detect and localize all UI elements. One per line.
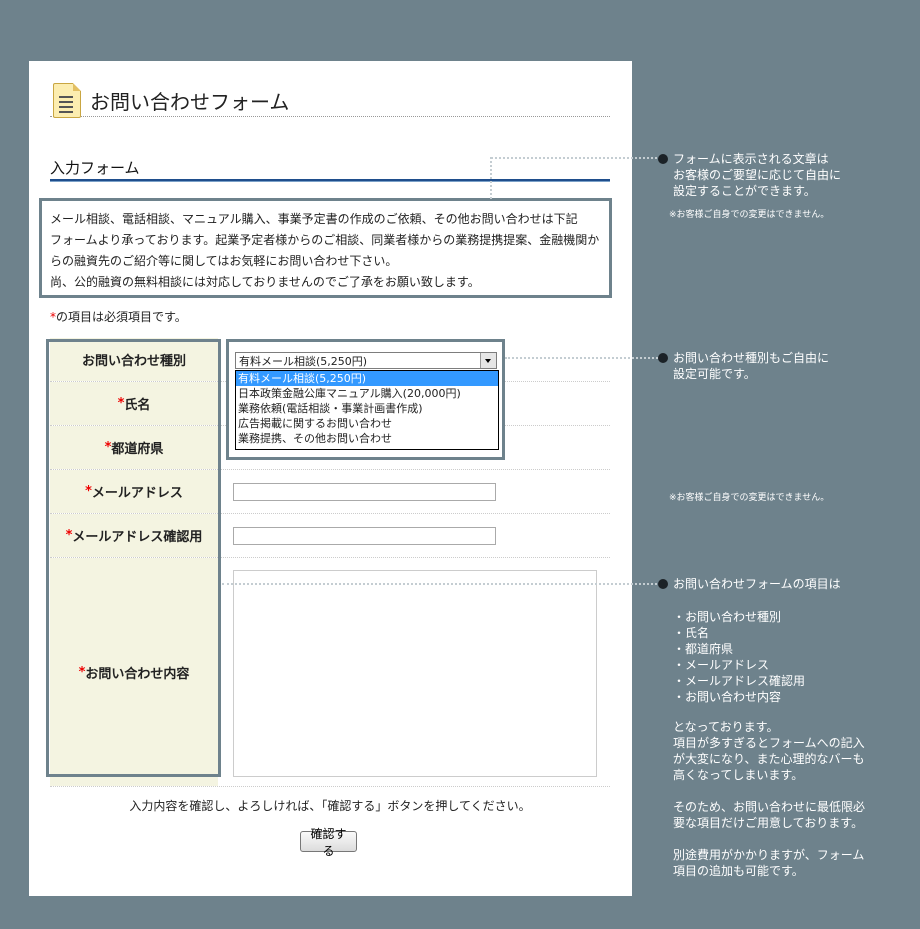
connector-line — [491, 157, 661, 159]
inquiry-type-dropdown[interactable]: 有料メール相談(5,250円) 日本政策金融公庫マニュアル購入(20,000円)… — [235, 370, 499, 450]
annotation-form-text: フォームに表示される文章は お客様のご要望に応じて自由に 設定することができます… — [673, 152, 842, 198]
annotation-form-items-list: ・お問い合わせ種別 ・氏名 ・都道府県 ・メールアドレス ・メールアドレス確認用… — [673, 610, 806, 704]
connector-line — [222, 583, 661, 585]
bullet-icon — [658, 353, 668, 363]
connector-line — [490, 157, 492, 199]
annotation-form-items-heading: お問い合わせフォームの項目は — [673, 577, 841, 591]
annotation-small-note: ※お客様ご自身での変更はできません。 — [669, 493, 830, 503]
dropdown-option[interactable]: 業務提携、その他お問い合わせ — [236, 431, 498, 446]
confirm-instruction: 入力内容を確認し、よろしければ、「確認する」ボタンを押してください。 — [129, 799, 531, 813]
dropdown-option[interactable]: 有料メール相談(5,250円) — [236, 371, 498, 386]
bullet-icon — [658, 579, 668, 589]
intro-line: メール相談、電話相談、マニュアル購入、事業予定書の作成のご依頼、その他お問い合わ… — [50, 212, 578, 226]
intro-line: フォームより承っております。起業予定者様からのご相談、同業者様からの業務提携提案… — [50, 233, 600, 247]
bullet-icon — [658, 154, 668, 164]
inquiry-type-select[interactable]: 有料メール相談(5,250円) — [235, 352, 497, 369]
labels-highlight-frame — [46, 339, 221, 777]
inquiry-select-highlight: 有料メール相談(5,250円) 有料メール相談(5,250円) 日本政策金融公庫… — [226, 339, 505, 460]
intro-line: らの融資先のご紹介等に関してはお気軽にお問い合わせ下さい。 — [50, 254, 398, 268]
dropdown-option[interactable]: 広告掲載に関するお問い合わせ — [236, 416, 498, 431]
document-icon — [53, 83, 81, 118]
dropdown-option[interactable]: 日本政策金融公庫マニュアル購入(20,000円) — [236, 386, 498, 401]
chevron-down-icon[interactable] — [480, 353, 496, 368]
annotation-small-note: ※お客様ご自身での変更はできません。 — [669, 210, 830, 220]
intro-line: 尚、公的融資の無料相談には対応しておりませんのでご了承をお願い致します。 — [50, 275, 480, 289]
email-input[interactable] — [233, 483, 496, 501]
section-divider — [50, 179, 610, 182]
page-title: お問い合わせフォーム — [90, 90, 290, 114]
page-header: お問い合わせフォーム — [50, 78, 610, 118]
email-confirm-input[interactable] — [233, 527, 496, 545]
annotation-form-items-body: となっております。 項目が多すぎるとフォームへの記入 が大変になり、また心理的な… — [673, 720, 866, 878]
connector-line — [505, 357, 661, 359]
dropdown-option[interactable]: 業務依頼(電話相談・事業計画書作成) — [236, 401, 498, 416]
message-textarea[interactable] — [233, 570, 597, 777]
annotation-inquiry-type: お問い合わせ種別もご自由に 設定可能です。 — [673, 351, 830, 381]
section-title: 入力フォーム — [50, 159, 140, 177]
confirm-button[interactable]: 確認する — [300, 827, 357, 858]
intro-text-box: メール相談、電話相談、マニュアル購入、事業予定書の作成のご依頼、その他お問い合わ… — [39, 198, 612, 298]
required-note: *の項目は必須項目です。 — [50, 310, 187, 324]
